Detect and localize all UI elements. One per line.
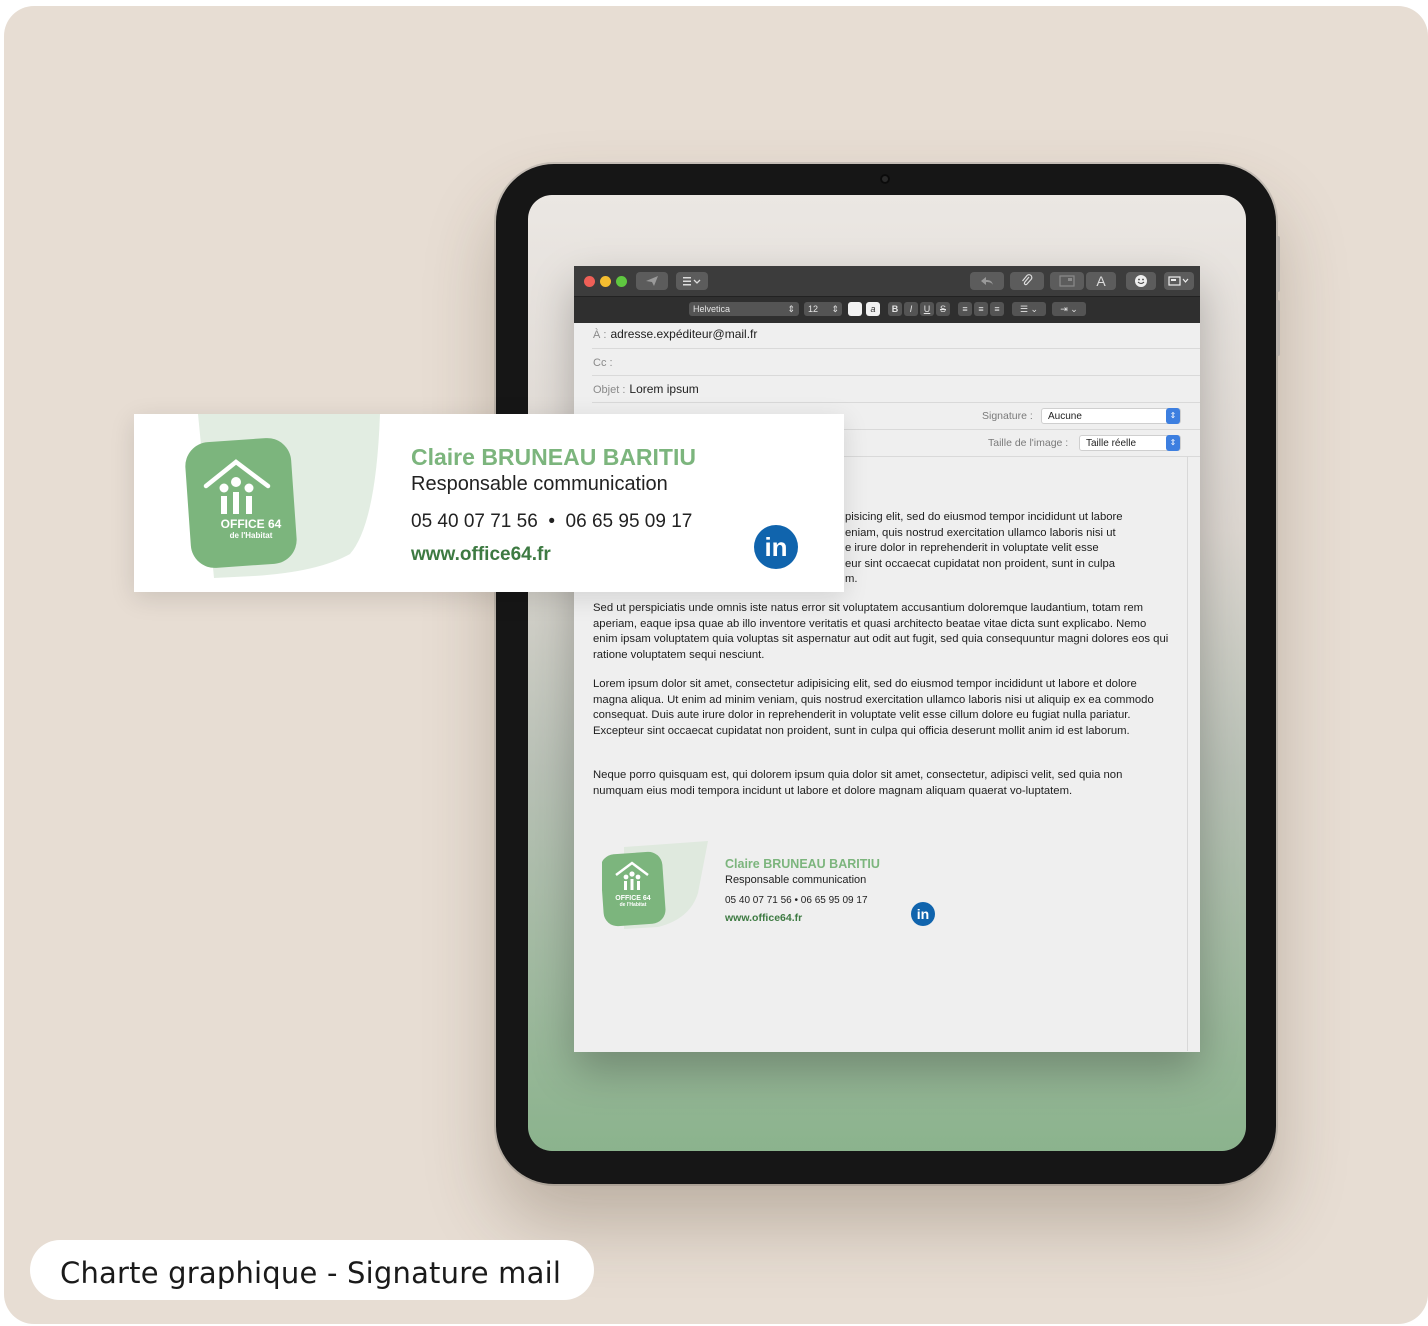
paperclip-icon: [1022, 274, 1033, 286]
office64-logo: [600, 841, 708, 929]
format-bar: Helvetica ⇕ 12 ⇕ a B I U S ≡ ≡ ≡ ☰ ⌄ ⇥ ⌄: [574, 296, 1200, 323]
caption-text: Charte graphique - Signature mail: [60, 1256, 562, 1290]
signature-website-link[interactable]: www.office64.fr: [725, 912, 802, 924]
reply-icon: [981, 277, 993, 285]
image-size-label: Taille de l'image :: [988, 437, 1069, 449]
scrollbar[interactable]: [1187, 456, 1188, 1051]
align-right-button[interactable]: ≡: [990, 302, 1004, 316]
linkedin-icon[interactable]: in: [911, 902, 935, 926]
emoji-button[interactable]: [1126, 272, 1156, 290]
divider: [592, 348, 1200, 349]
text-color-swatch[interactable]: [848, 302, 862, 316]
signature-label: Signature :: [982, 410, 1033, 422]
front-camera: [880, 174, 890, 184]
underline-button[interactable]: U: [920, 302, 934, 316]
stepper-icon: ⇕: [1166, 435, 1180, 451]
send-button[interactable]: [636, 272, 668, 290]
font-size-select[interactable]: 12 ⇕: [804, 302, 842, 316]
align-left-button[interactable]: ≡: [958, 302, 972, 316]
divider: [592, 402, 1200, 403]
font-family-select[interactable]: Helvetica ⇕: [689, 302, 799, 316]
close-window-button[interactable]: [584, 276, 595, 287]
signature-logo-small: OFFICE 64 de l'Habitat: [600, 841, 712, 933]
strikethrough-button[interactable]: S: [936, 302, 950, 316]
signature-name: Claire BRUNEAU BARITIU: [411, 444, 696, 470]
logo-text: OFFICE 64 de l'Habitat: [220, 517, 282, 541]
header-fields-button[interactable]: [676, 272, 708, 290]
font-icon: A: [1096, 273, 1106, 289]
align-center-button[interactable]: ≡: [974, 302, 988, 316]
subject-field[interactable]: Objet : Lorem ipsum: [574, 382, 1200, 396]
message-paragraph[interactable]: Lorem ipsum dolor sit amet, consectetur …: [593, 677, 1173, 739]
reply-button[interactable]: [970, 272, 1004, 290]
signature-select[interactable]: Aucune ⇕: [1041, 408, 1181, 424]
list-style-button[interactable]: ☰ ⌄: [1012, 302, 1046, 316]
image-size-select[interactable]: Taille réelle ⇕: [1079, 435, 1181, 451]
logo-text: OFFICE 64 de l'Habitat: [615, 895, 651, 908]
maximize-window-button[interactable]: [616, 276, 627, 287]
message-paragraph[interactable]: Sed ut perspiciatis unde omnis iste natu…: [593, 601, 1173, 663]
format-button[interactable]: A: [1086, 272, 1116, 290]
stepper-icon: ⇕: [831, 304, 839, 314]
insert-image-button[interactable]: [1164, 272, 1194, 290]
minimize-window-button[interactable]: [600, 276, 611, 287]
background-color-swatch[interactable]: a: [866, 302, 880, 316]
attach-button[interactable]: [1010, 272, 1044, 290]
signature-preview-card: OFFICE 64 de l'Habitat Claire BRUNEAU BA…: [134, 414, 844, 592]
office64-logo: [185, 414, 380, 578]
italic-button[interactable]: I: [904, 302, 918, 316]
list-icon: [683, 277, 701, 286]
divider: [592, 375, 1200, 376]
emoji-icon: [1135, 275, 1147, 287]
photo-browser-icon: [1059, 275, 1075, 287]
mail-compose-window: A Helvetica ⇕ 12 ⇕ a B I U S ≡ ≡ ≡ ☰ ⌄ ⇥ ⌄…: [574, 266, 1200, 1052]
photo-browser-button[interactable]: [1050, 272, 1084, 290]
tablet-volume-button: [1276, 236, 1280, 292]
linkedin-icon[interactable]: in: [754, 525, 798, 569]
tablet-volume-button: [1276, 300, 1280, 356]
cc-field[interactable]: Cc :: [574, 355, 1200, 369]
mail-toolbar: A: [574, 266, 1200, 296]
signature-phone: 05 40 07 71 56 • 06 65 95 09 17: [411, 511, 693, 532]
signature-name: Claire BRUNEAU BARITIU: [725, 857, 880, 871]
image-icon: [1168, 276, 1189, 286]
stepper-icon: ⇕: [787, 304, 795, 314]
send-icon: [646, 276, 658, 286]
signature-role: Responsable communication: [411, 473, 668, 495]
message-paragraph[interactable]: Neque porro quisquam est, qui dolorem ip…: [593, 768, 1173, 799]
indent-button[interactable]: ⇥ ⌄: [1052, 302, 1086, 316]
stepper-icon: ⇕: [1166, 408, 1180, 424]
to-field[interactable]: À : adresse.expéditeur@mail.fr: [574, 327, 1200, 341]
message-paragraph[interactable]: pisicing elit, sed do eiusmod tempor inc…: [845, 510, 1185, 588]
signature-role: Responsable communication: [725, 874, 867, 886]
bold-button[interactable]: B: [888, 302, 902, 316]
signature-phone: 05 40 07 71 56 • 06 65 95 09 17: [725, 895, 868, 906]
signature-website-link[interactable]: www.office64.fr: [411, 544, 551, 566]
